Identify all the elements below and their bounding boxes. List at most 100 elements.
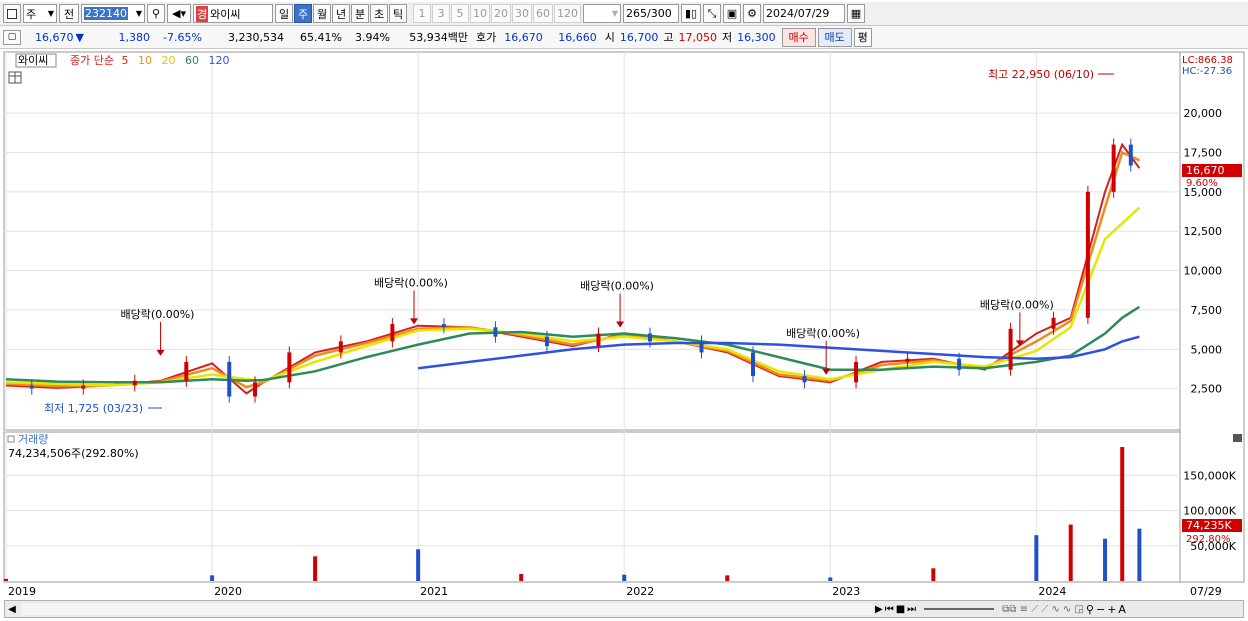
candle-body [751, 352, 756, 377]
scroll-track[interactable] [21, 603, 873, 615]
search-icon[interactable]: ⚲ [147, 4, 165, 23]
volume-bar [725, 575, 730, 581]
volume-bar [622, 574, 627, 581]
price-axis-label: 12,500 [1184, 225, 1223, 238]
volume-legend-box [7, 435, 15, 443]
minute-3[interactable]: 3 [432, 4, 450, 23]
dividend-markers: 배당락(0.00%) 배당락(0.00%) 배당락(0.00%) 배당락(0.00%)… [121, 276, 1054, 375]
tab-month[interactable]: 월 [313, 4, 331, 23]
price-axis-label: 17,500 [1184, 146, 1223, 159]
interval-select[interactable]: ▼ [583, 4, 621, 23]
trade-amount: 53,934백만 [409, 31, 468, 44]
save-icon[interactable]: ▣ [723, 4, 741, 23]
candle-body [227, 361, 232, 397]
candle-body [596, 333, 601, 347]
candle-body [287, 352, 292, 383]
crosshair-icon[interactable]: ⤡ [703, 4, 721, 23]
candle-body [390, 324, 395, 342]
tab-year[interactable]: 년 [332, 4, 350, 23]
code-input[interactable]: 232140 ▼ [81, 4, 145, 23]
volume-tag-value: 74,235K [1186, 519, 1232, 532]
minute-20[interactable]: 20 [491, 4, 511, 23]
last-icon[interactable]: ⏭ [907, 604, 916, 615]
tab-tick[interactable]: 틱 [389, 4, 407, 23]
candle-icon[interactable]: ▮▯ [681, 4, 701, 23]
ma-120: 120 [208, 54, 229, 67]
buy-button[interactable]: 매수 [781, 27, 816, 47]
average-button[interactable]: 평 [853, 27, 872, 47]
minute-5[interactable]: 5 [451, 4, 469, 23]
zoom-in-icon[interactable]: + [1107, 603, 1116, 616]
tab-second[interactable]: 초 [370, 4, 388, 23]
price-axis-label: 2,500 [1191, 383, 1223, 396]
period-tabs: 일 주 월 년 분 초 틱 [275, 4, 407, 23]
chart-type-icon[interactable] [3, 4, 21, 23]
minute-buttons: 1 3 5 10 20 30 60 120 [413, 4, 581, 23]
zoom-out-icon[interactable]: − [1096, 603, 1105, 616]
first-icon[interactable]: ⏮ [885, 604, 894, 615]
calendar-icon[interactable]: ▦ [847, 4, 865, 23]
volume-panel [3, 431, 1181, 583]
current-price: 16,670 ▼ [23, 28, 87, 47]
volume-axis-label: 150,000K [1183, 469, 1236, 482]
draw-tools-icon[interactable]: ⧉⧉ ≡ ⟋ ⟋ ∿ ∿ ◲ [1002, 604, 1084, 615]
candle-body [802, 376, 807, 383]
dividend-arrowhead [156, 349, 165, 356]
candle-body [544, 336, 549, 347]
zoom-slider[interactable] [924, 608, 995, 610]
tab-minute[interactable]: 분 [351, 4, 369, 23]
gear-icon[interactable]: ⚙ [743, 4, 761, 23]
candle-body [1008, 328, 1013, 370]
volume-bar [313, 556, 318, 581]
name-field[interactable]: 경 와이씨 [193, 4, 273, 23]
price-axis-label: 15,000 [1184, 186, 1223, 199]
hc-label: HC:-27.36 [1182, 66, 1232, 77]
minute-30[interactable]: 30 [512, 4, 532, 23]
tab-day[interactable]: 일 [275, 4, 293, 23]
minute-120[interactable]: 120 [554, 4, 581, 23]
mode-value: 주 [26, 7, 37, 21]
minute-10[interactable]: 10 [470, 4, 490, 23]
scroll-right-icon[interactable]: ▶ [875, 604, 883, 615]
volume-bar [210, 575, 215, 581]
ask-value: 16,670 [504, 30, 543, 44]
price-chart[interactable]: 20,00017,50015,00012,50010,0007,5005,000… [0, 0, 1248, 600]
grid-lines [4, 52, 1180, 582]
minute-60[interactable]: 60 [533, 4, 553, 23]
quote-icon[interactable]: ▢ [3, 29, 21, 45]
ma-line-10 [5, 150, 1140, 389]
chevron-down-icon: ▼ [611, 9, 618, 18]
sell-button[interactable]: 매도 [817, 27, 852, 47]
candle-body [1128, 144, 1133, 166]
turnover: 3.94% [355, 30, 390, 44]
volume-bar [519, 573, 524, 581]
volume-bar [1137, 528, 1142, 581]
mode-select[interactable]: 주 ▼ [23, 4, 57, 23]
tab-week[interactable]: 주 [294, 4, 312, 23]
volume-bar [1103, 538, 1108, 581]
date-axis-label: 2020 [214, 585, 242, 598]
bottom-scrollbar[interactable]: ◀ ▶ ⏮ ■ ⏭ ⧉⧉ ≡ ⟋ ⟋ ∿ ∿ ◲ ⚲ − + A [4, 600, 1244, 618]
warning-badge: 경 [196, 5, 209, 22]
ask-label: 호가 [476, 31, 497, 44]
volume-bar [4, 578, 8, 581]
sound-icon[interactable]: ◀▾ [167, 4, 191, 23]
magnify-icon[interactable]: ⚲ [1086, 603, 1094, 616]
quote-bar: ▢ 16,670 ▼ 1,380 -7.65% 3,230,534 65.41% … [0, 26, 1248, 49]
table-icon[interactable] [8, 71, 22, 84]
ma-5: 5 [121, 54, 128, 67]
count-field[interactable]: 265/300 [623, 4, 679, 23]
date-field[interactable]: 2024/07/29 [763, 4, 845, 23]
close-panel-icon[interactable] [1233, 434, 1242, 442]
volume-bar [828, 577, 833, 581]
stop-icon[interactable]: ■ [896, 604, 905, 615]
minute-1[interactable]: 1 [413, 4, 431, 23]
scroll-left-icon[interactable]: ◀ [5, 604, 19, 615]
date-axis-label: 07/29 [1190, 585, 1222, 598]
pct-tag: 9.60% [1186, 178, 1218, 189]
prev-button[interactable]: 전 [59, 4, 79, 23]
text-tool-icon[interactable]: A [1118, 603, 1126, 616]
price-tag [1182, 164, 1242, 177]
high-annotation: 최고 22,950 (06/10) [988, 68, 1094, 81]
dividend-label: 배당락(0.00%) [374, 276, 448, 289]
